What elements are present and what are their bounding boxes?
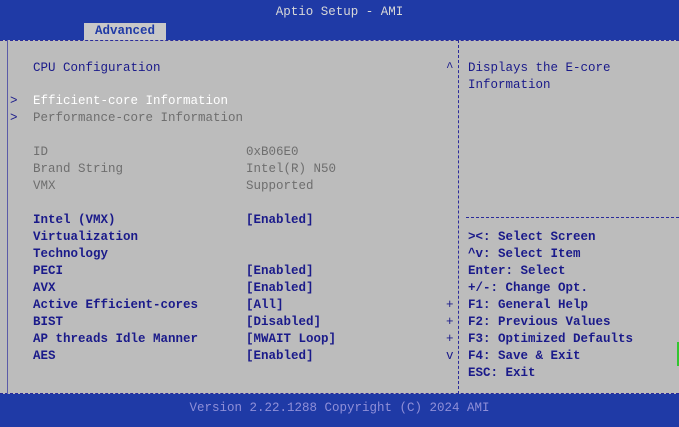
setting-value-ap-threads-idle-manner[interactable]: [MWAIT Loop] <box>246 332 336 346</box>
help-key-esc-exit: ESC: Exit <box>468 366 536 380</box>
setting-label-virtualization[interactable]: Virtualization <box>33 230 138 244</box>
setting-value-bist[interactable]: [Disabled] <box>246 315 321 329</box>
info-value-id: 0xB06E0 <box>246 145 299 159</box>
left-border <box>7 40 9 394</box>
setting-label-intel-vmx[interactable]: Intel (VMX) <box>33 213 116 227</box>
info-label-vmx: VMX <box>33 179 56 193</box>
setting-value-avx[interactable]: [Enabled] <box>246 281 314 295</box>
help-key-optimized-defaults: F3: Optimized Defaults <box>468 332 634 346</box>
info-value-brand-string: Intel(R) N50 <box>246 162 337 176</box>
help-separator <box>466 217 679 218</box>
submenu-efficient-core-information[interactable]: Efficient-core Information <box>33 94 228 108</box>
help-key-select-screen: ><: Select Screen <box>468 230 596 244</box>
panel-divider <box>458 40 460 394</box>
help-key-save-exit: F4: Save & Exit <box>468 349 581 363</box>
setting-value-intel-vmx[interactable]: [Enabled] <box>246 213 314 227</box>
app-title: Aptio Setup - AMI <box>275 5 404 19</box>
submenu-arrow-icon: > <box>10 94 18 108</box>
submenu-performance-core-information[interactable]: Performance-core Information <box>33 111 243 125</box>
scroll-plus-icon: + <box>446 298 454 312</box>
scroll-down-icon: v <box>446 349 454 363</box>
page-title: CPU Configuration <box>33 61 161 75</box>
setting-value-peci[interactable]: [Enabled] <box>246 264 314 278</box>
scroll-plus-icon: + <box>446 332 454 346</box>
help-key-select-item: ^v: Select Item <box>468 247 581 261</box>
help-key-enter: Enter: Select <box>468 264 566 278</box>
help-description-line: Information <box>468 78 551 92</box>
info-value-vmx: Supported <box>246 179 314 193</box>
setting-label-avx[interactable]: AVX <box>33 281 56 295</box>
submenu-arrow-icon: > <box>10 111 18 125</box>
tab-advanced[interactable]: Advanced <box>84 23 166 40</box>
setting-label-technology[interactable]: Technology <box>33 247 108 261</box>
help-key-general-help: F1: General Help <box>468 298 589 312</box>
setting-label-peci[interactable]: PECI <box>33 264 63 278</box>
help-key-previous-values: F2: Previous Values <box>468 315 611 329</box>
setting-value-aes[interactable]: [Enabled] <box>246 349 314 363</box>
setting-value-active-efficient-cores[interactable]: [All] <box>246 298 284 312</box>
help-description-line: Displays the E-core <box>468 61 611 75</box>
help-key-change-opt: +/-: Change Opt. <box>468 281 589 295</box>
setting-label-aes[interactable]: AES <box>33 349 56 363</box>
scroll-up-icon: ^ <box>446 61 454 75</box>
setting-label-ap-threads-idle-manner[interactable]: AP threads Idle Manner <box>33 332 198 346</box>
scroll-plus-icon: + <box>446 315 454 329</box>
setting-label-active-efficient-cores[interactable]: Active Efficient-cores <box>33 298 198 312</box>
title-bar: Aptio Setup - AMI Advanced <box>0 0 679 40</box>
info-label-id: ID <box>33 145 49 159</box>
info-label-brand-string: Brand String <box>33 162 124 176</box>
version-footer: Version 2.22.1288 Copyright (C) 2024 AMI <box>0 394 679 427</box>
setting-label-bist[interactable]: BIST <box>33 315 63 329</box>
